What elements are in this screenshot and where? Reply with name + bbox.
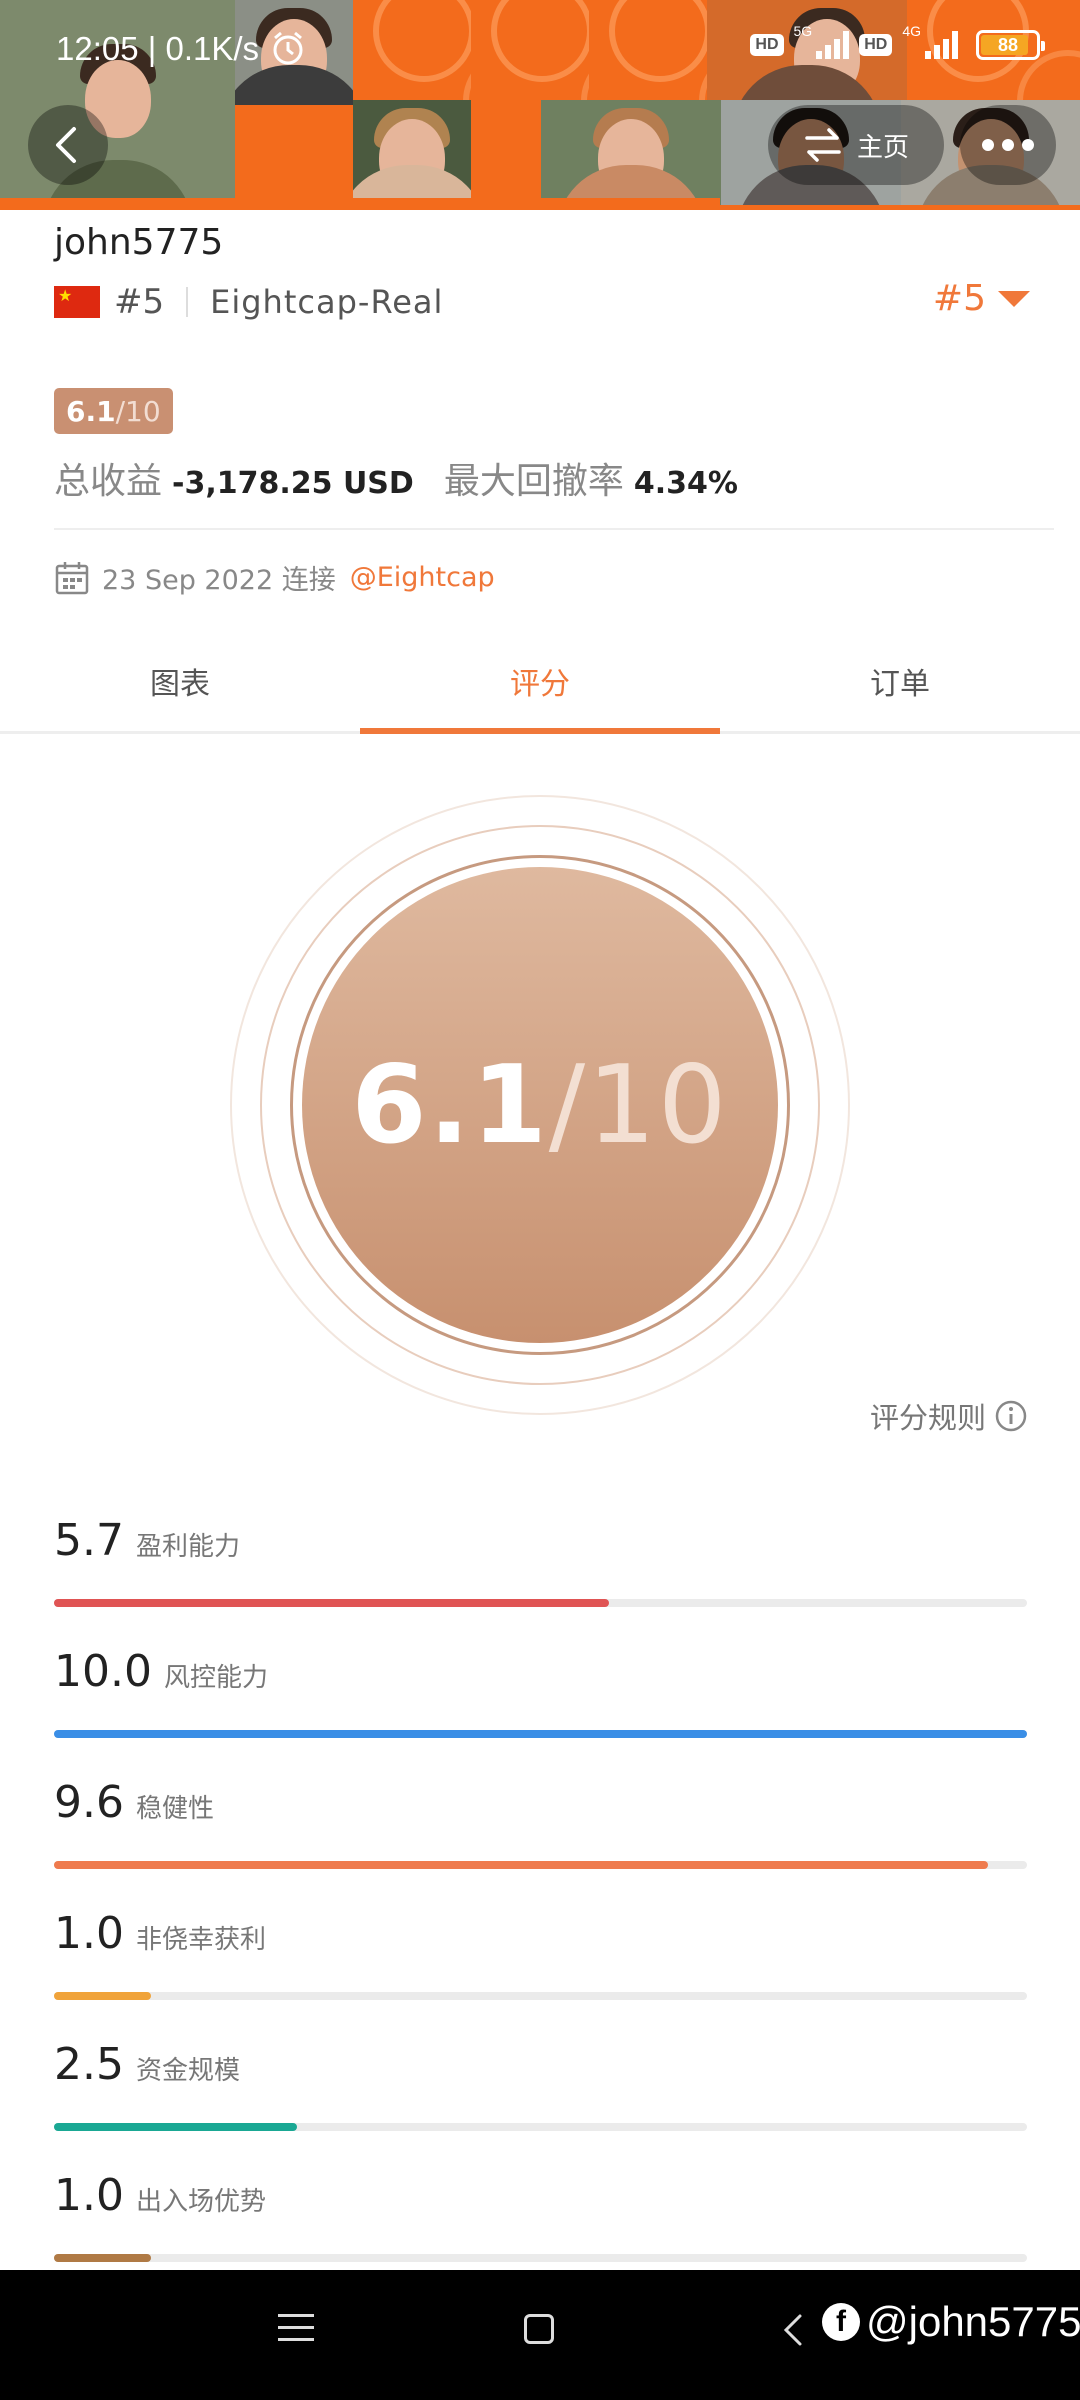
avatar-photo (541, 100, 721, 205)
hd-badge: HD (750, 34, 784, 56)
home-nav-button[interactable] (524, 2314, 554, 2344)
alarm-icon (273, 31, 303, 65)
watermark: f @john5775 (822, 2298, 1080, 2346)
metric-value: 1.0 (54, 1908, 124, 1959)
metric-fill (54, 2123, 298, 2131)
chevron-left-icon (56, 127, 76, 163)
score-circle: 6.1/10 (230, 795, 850, 1415)
max-drawdown-label: 最大回撤率 (443, 461, 624, 502)
signal-icon (816, 31, 850, 59)
metric-label: 非侥幸获利 (135, 1925, 266, 1955)
score-circle-text: 6.1/10 (351, 1043, 728, 1168)
score-rules-link[interactable]: 评分规则 (870, 1395, 1028, 1437)
metric-fill (54, 1861, 989, 1869)
score-badge: 6.1/10 (54, 388, 173, 434)
metric-track (54, 1861, 1027, 1869)
metric-fund-scale: 2.5 资金规模 (54, 2039, 1027, 2131)
divider (54, 528, 1054, 530)
metric-value: 9.6 (54, 1777, 124, 1828)
metric-fill (54, 1730, 1027, 1738)
total-profit-value: -3,178.25 USD (172, 466, 414, 501)
metric-fill (54, 1992, 152, 2000)
metric-track (54, 1599, 1027, 1607)
metric-label: 盈利能力 (135, 1532, 240, 1562)
recent-apps-button[interactable] (278, 2314, 314, 2346)
broker-name: Eightcap-Real (210, 283, 444, 321)
rank-row: ★ #5 Eightcap-Real (54, 280, 443, 324)
status-time-speed: 12:05 | 0.1K/s (56, 30, 260, 67)
username: john5775 (54, 222, 224, 263)
connect-info: 23 Sep 2022 连接 @Eightcap (54, 558, 495, 597)
avatar-photo (353, 100, 471, 205)
tab-bar: 图表 评分 订单 (0, 630, 1080, 734)
score-rules-label: 评分规则 (869, 1401, 986, 1435)
metric-value: 2.5 (54, 2039, 124, 2090)
back-nav-button[interactable] (778, 2312, 808, 2348)
score-circle-value: 6.1 (351, 1042, 549, 1168)
banner-accent-strip (0, 198, 720, 210)
signal-icon (925, 31, 958, 59)
metric-label: 出入场优势 (135, 2187, 266, 2217)
network-type: 4G (902, 23, 921, 39)
metric-stability: 9.6 稳健性 (54, 1777, 1027, 1869)
dot (982, 139, 994, 151)
total-profit-label: 总收益 (54, 461, 163, 502)
metric-entry-exit: 1.0 出入场优势 (54, 2170, 1027, 2262)
calendar-icon (55, 561, 89, 594)
info-icon (995, 1400, 1027, 1432)
metric-track (54, 1730, 1027, 1738)
status-bar: 12:05 | 0.1K/s HD 5G HD 4G 88 (0, 0, 1080, 96)
dot (1002, 139, 1014, 151)
metric-fill (54, 1599, 609, 1607)
swap-icon (805, 128, 841, 162)
rank-dropdown-label: #5 (932, 278, 986, 319)
caret-down-icon (998, 290, 1030, 307)
rank-dropdown[interactable]: #5 (933, 278, 1030, 319)
metric-profitability: 5.7 盈利能力 (54, 1515, 1027, 1607)
divider (186, 287, 189, 317)
status-indicators: HD 5G HD 4G 88 (750, 23, 1045, 60)
metric-non-luck: 1.0 非侥幸获利 (54, 1908, 1027, 2000)
china-flag-icon: ★ (54, 286, 100, 318)
home-button[interactable]: 主页 (768, 105, 944, 185)
max-drawdown-value: 4.34% (633, 466, 738, 501)
broker-link[interactable]: @Eightcap (350, 562, 495, 593)
tab-orders[interactable]: 订单 (720, 630, 1080, 731)
score-core: 6.1/10 (302, 867, 778, 1343)
metric-label: 资金规模 (135, 2056, 240, 2086)
tab-score[interactable]: 评分 (360, 630, 720, 734)
watermark-text: @john5775 (866, 2298, 1080, 2345)
tab-chart[interactable]: 图表 (0, 630, 360, 731)
metric-track (54, 2254, 1027, 2262)
metric-risk-control: 10.0 风控能力 (54, 1646, 1027, 1738)
rank-number: #5 (114, 282, 165, 322)
hd-badge: HD (859, 34, 893, 56)
metric-value: 1.0 (54, 2170, 124, 2221)
battery-icon: 88 (976, 30, 1045, 60)
score-badge-denominator: /10 (115, 394, 161, 428)
metric-value: 5.7 (54, 1515, 124, 1566)
facebook-icon: f (822, 2303, 860, 2341)
dot (1022, 139, 1034, 151)
stats-row: 总收益 -3,178.25 USD 最大回撤率 4.34% (54, 452, 738, 504)
metric-label: 稳健性 (135, 1794, 214, 1824)
profile-header-banner: 12:05 | 0.1K/s HD 5G HD 4G 88 主页 (0, 0, 1080, 210)
metric-track (54, 1992, 1027, 2000)
network-type: 5G (793, 23, 813, 39)
score-badge-value: 6.1 (66, 394, 116, 428)
score-circle-denominator: /10 (548, 1042, 729, 1168)
metric-fill (54, 2254, 152, 2262)
metric-label: 风控能力 (163, 1663, 268, 1693)
more-options-button[interactable] (960, 105, 1056, 185)
metric-value: 10.0 (54, 1646, 152, 1697)
system-nav-bar: f @john5775 (0, 2270, 1080, 2400)
home-button-label: 主页 (856, 132, 909, 163)
connect-date: 23 Sep 2022 连接 (102, 565, 336, 596)
back-button[interactable] (28, 105, 108, 185)
battery-percent: 88 (997, 34, 1019, 55)
metric-track (54, 2123, 1027, 2131)
